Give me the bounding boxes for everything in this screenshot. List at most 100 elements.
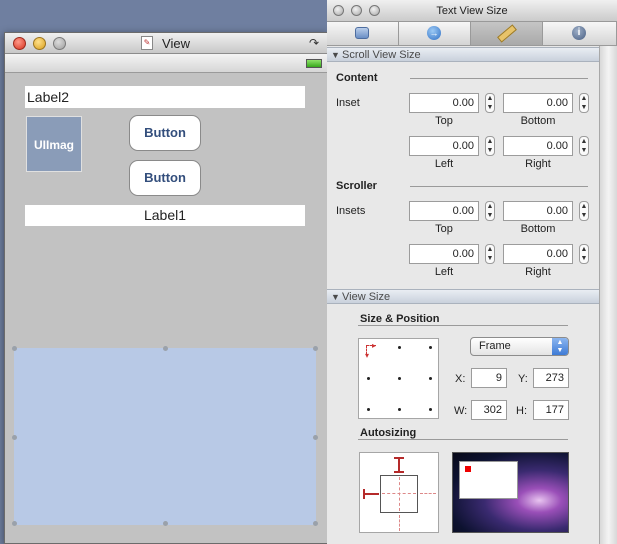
resize-handle-tr[interactable] (313, 346, 318, 351)
battery-icon (306, 59, 322, 68)
resize-handle-bl[interactable] (12, 521, 17, 526)
frame-popup[interactable]: Frame ▲ ▼ (470, 337, 569, 356)
size-position-divider (358, 325, 568, 326)
scroller-inset-right-field[interactable]: 0.00 (503, 244, 573, 264)
content-top-caption: Top (435, 115, 453, 127)
bottom-button[interactable]: Button (129, 160, 201, 196)
preview-origin-marker (465, 466, 471, 472)
spring-vertical[interactable] (399, 477, 400, 511)
resize-handle-tl[interactable] (12, 346, 17, 351)
origin-picker[interactable]: ▸ ▾ (358, 338, 439, 419)
content-inset-bottom-stepper[interactable]: ▲ ▼ (579, 93, 589, 113)
scroll-view-size-header[interactable]: ▼ Scroll View Size (327, 47, 599, 62)
strut-bottom[interactable] (399, 515, 400, 531)
origin-arrow-down-icon: ▾ (365, 351, 370, 360)
strut-right[interactable] (420, 493, 436, 494)
h-label: H: (516, 405, 527, 417)
x-field[interactable]: 9 (471, 368, 507, 388)
origin-point[interactable] (398, 377, 401, 380)
content-inset-label: Inset (336, 97, 360, 109)
origin-arrow-icon: ▸ (372, 341, 377, 350)
tab-size[interactable] (471, 22, 543, 46)
scroller-inset-left-field[interactable]: 0.00 (409, 244, 479, 264)
scroller-right-caption: Right (525, 266, 551, 278)
strut-top-cap (394, 457, 404, 459)
scroller-insets-label: Insets (336, 205, 366, 217)
autosizing-control[interactable] (359, 452, 439, 533)
h-field[interactable]: 177 (533, 400, 569, 420)
selected-text-view[interactable] (14, 348, 316, 525)
scroller-inset-bottom-stepper[interactable]: ▲ ▼ (579, 201, 589, 221)
tab-attributes[interactable] (327, 22, 399, 46)
scroll-view-size-title: Scroll View Size (342, 49, 421, 61)
scroller-inset-left-stepper[interactable]: ▲ ▼ (485, 244, 495, 264)
content-inset-right-stepper[interactable]: ▲ ▼ (579, 136, 589, 156)
attributes-icon (355, 27, 369, 39)
connections-icon: → (427, 26, 441, 40)
w-label: W: (454, 405, 468, 417)
view-window-title: View (162, 36, 190, 51)
origin-point[interactable] (429, 408, 432, 411)
content-divider (410, 78, 588, 79)
content-inset-top-stepper[interactable]: ▲ ▼ (485, 93, 495, 113)
origin-point[interactable] (367, 408, 370, 411)
disclosure-triangle-icon: ▼ (331, 50, 340, 60)
resize-handle-tc[interactable] (163, 346, 168, 351)
scroller-inset-bottom-field[interactable]: 0.00 (503, 201, 573, 221)
w-field[interactable]: 302 (471, 400, 507, 420)
popup-chevron-icon: ▲ ▼ (552, 338, 568, 355)
scroller-top-caption: Top (435, 223, 453, 235)
resize-handle-bc[interactable] (163, 521, 168, 526)
x-label: X: (455, 373, 466, 385)
strut-top-cap (394, 471, 404, 473)
inspector-title: Text View Size (436, 5, 508, 17)
top-button[interactable]: Button (129, 115, 201, 151)
strut-top[interactable] (398, 458, 400, 472)
label2[interactable]: Label2 (25, 86, 305, 108)
status-bar (5, 54, 327, 73)
image-view[interactable]: UIImag (26, 116, 82, 172)
content-inset-top-field[interactable]: 0.00 (409, 93, 479, 113)
origin-point[interactable] (429, 346, 432, 349)
rotate-icon[interactable]: ↷ (309, 36, 319, 50)
content-inset-left-stepper[interactable]: ▲ ▼ (485, 136, 495, 156)
autosizing-divider (358, 439, 568, 440)
frame-popup-value: Frame (479, 340, 511, 352)
preview-view-box (459, 461, 518, 499)
scroller-inset-right-stepper[interactable]: ▲ ▼ (579, 244, 589, 264)
scroller-left-caption: Left (434, 266, 454, 278)
resize-handle-ml[interactable] (12, 435, 17, 440)
tab-connections[interactable]: → (399, 22, 471, 46)
content-right-caption: Right (525, 158, 551, 170)
inspector-titlebar: Text View Size (327, 0, 617, 22)
ruler-icon (497, 24, 517, 43)
scroller-group-title: Scroller (336, 180, 377, 192)
tab-identity[interactable]: i (543, 22, 617, 46)
label1[interactable]: Label1 (25, 205, 305, 226)
strut-left[interactable] (363, 493, 379, 495)
scroller-inset-top-field[interactable]: 0.00 (409, 201, 479, 221)
origin-point[interactable] (398, 408, 401, 411)
resize-handle-mr[interactable] (313, 435, 318, 440)
scroller-inset-top-stepper[interactable]: ▲ ▼ (485, 201, 495, 221)
origin-point[interactable] (429, 377, 432, 380)
y-field[interactable]: 273 (533, 368, 569, 388)
scroller-bottom-caption: Bottom (520, 223, 556, 235)
autosizing-title: Autosizing (360, 427, 417, 439)
view-size-header[interactable]: ▼ View Size (327, 289, 599, 304)
content-inset-bottom-field[interactable]: 0.00 (503, 93, 573, 113)
content-group-title: Content (336, 72, 378, 84)
y-label: Y: (518, 373, 528, 385)
autosizing-preview (452, 452, 569, 533)
view-size-title: View Size (342, 291, 391, 303)
resize-handle-br[interactable] (313, 521, 318, 526)
origin-point[interactable] (367, 377, 370, 380)
inspector-scrollbar[interactable] (599, 46, 617, 544)
content-bottom-caption: Bottom (520, 115, 556, 127)
origin-point[interactable] (398, 346, 401, 349)
strut-left-cap (363, 489, 365, 499)
content-inset-left-field[interactable]: 0.00 (409, 136, 479, 156)
content-inset-right-field[interactable]: 0.00 (503, 136, 573, 156)
view-window: ✎ View ↷ Label2 UIImag Button Button Lab… (4, 32, 328, 544)
content-left-caption: Left (434, 158, 454, 170)
